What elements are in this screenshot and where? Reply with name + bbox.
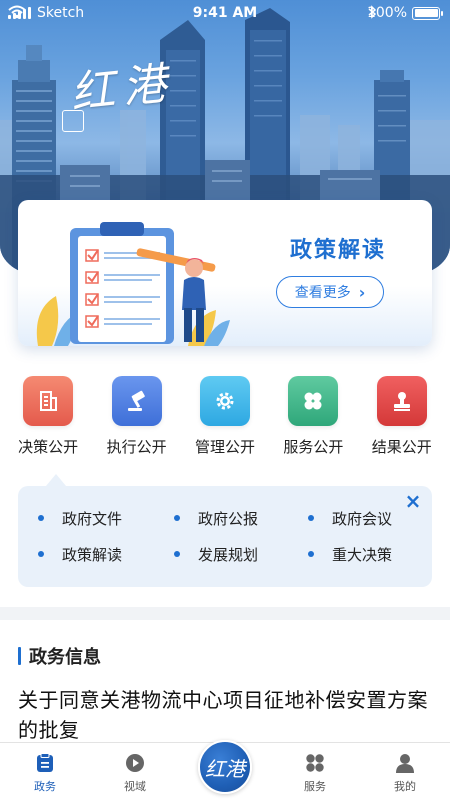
document-icon [34, 752, 56, 774]
submenu-list: 政府文件 政府公报 政府会议 政策解读 发展规划 重大决策 [18, 508, 432, 564]
panel-pointer [46, 474, 66, 486]
category-label: 管理公开 [194, 438, 255, 456]
chevron-right-icon: › [358, 282, 366, 302]
view-more-button[interactable]: 查看更多 › [276, 276, 384, 308]
category-label: 结果公开 [371, 438, 432, 456]
category-label: 服务公开 [283, 438, 344, 456]
policy-interpretation-card[interactable]: 政策解读 查看更多 › [18, 200, 432, 346]
calligraphy-logo: 红港 [68, 57, 177, 120]
tab-label: 我的 [394, 780, 416, 793]
submenu-item-development-plan[interactable]: 发展规划 [174, 544, 308, 564]
news-headline[interactable]: 关于同意关港物流中心项目征地补偿安置方案的批复 [18, 685, 438, 745]
bullet-icon [308, 551, 314, 557]
policy-card-title: 政策解读 [289, 238, 386, 263]
bottom-tab-bar: 政务 视域 红港 服务 我的 [0, 740, 450, 800]
submenu-item-major-decisions[interactable]: 重大决策 [308, 544, 428, 564]
category-submenu-panel: × 政府文件 政府公报 政府会议 政策解读 发展规划 重大决策 [18, 474, 432, 587]
submenu-item-label: 政府公报 [198, 509, 259, 528]
submenu-item-label: 政府会议 [332, 509, 393, 528]
category-service[interactable]: 服务公开 [272, 376, 354, 460]
submenu-item-label: 政策解读 [62, 545, 123, 564]
bullet-icon [38, 515, 44, 521]
status-right: 100% [367, 5, 443, 21]
section-divider [0, 607, 450, 620]
submenu-item-label: 重大决策 [332, 545, 393, 564]
bullet-icon [308, 515, 314, 521]
clover-icon [288, 376, 339, 426]
submenu-item-policy-interpretation[interactable]: 政策解读 [38, 544, 174, 564]
submenu-item-gov-meetings[interactable]: 政府会议 [308, 508, 428, 528]
play-icon [124, 752, 146, 774]
bluetooth-icon [368, 5, 377, 19]
grid-icon [304, 752, 326, 774]
category-decision[interactable]: 决策公开 [7, 376, 89, 460]
gear-icon [199, 376, 250, 426]
gavel-icon [111, 376, 162, 426]
bullet-icon [174, 551, 180, 557]
tab-label: 视域 [124, 780, 146, 793]
section-header: 政务信息 [18, 643, 101, 669]
section-title: 政务信息 [29, 647, 101, 668]
submenu-item-gov-documents[interactable]: 政府文件 [38, 508, 174, 528]
battery-icon [412, 6, 443, 20]
tab-government-affairs[interactable]: 政务 [5, 752, 85, 794]
tab-label: 服务 [304, 780, 326, 793]
category-execution[interactable]: 执行公开 [96, 376, 178, 460]
tab-label: 政务 [34, 780, 56, 793]
tab-services[interactable]: 服务 [275, 752, 355, 794]
category-result[interactable]: 结果公开 [361, 376, 443, 460]
view-more-label: 查看更多 [294, 285, 351, 301]
submenu-item-gov-gazette[interactable]: 政府公报 [174, 508, 308, 528]
category-label: 决策公开 [18, 438, 79, 456]
tab-video[interactable]: 视域 [95, 752, 175, 794]
submenu-item-label: 政府文件 [62, 509, 123, 528]
logo-seal-icon [62, 110, 84, 132]
category-management[interactable]: 管理公开 [184, 376, 266, 460]
checklist-illustration [36, 222, 230, 346]
bullet-icon [174, 515, 180, 521]
center-logo-icon: 红港 [198, 740, 252, 794]
submenu-item-label: 发展规划 [198, 545, 259, 564]
user-icon [394, 752, 416, 774]
building-icon [23, 376, 74, 426]
tab-center-logo[interactable]: 红港 [185, 740, 265, 794]
section-accent-bar [18, 647, 21, 665]
bullet-icon [38, 551, 44, 557]
category-label: 执行公开 [106, 438, 167, 456]
tab-profile[interactable]: 我的 [365, 752, 445, 794]
stamp-icon [376, 376, 427, 426]
category-row: 决策公开 执行公开 管理公开 服务公开 结果公开 [0, 376, 450, 460]
status-bar: Sketch 9:41 AM 100% [0, 0, 450, 28]
